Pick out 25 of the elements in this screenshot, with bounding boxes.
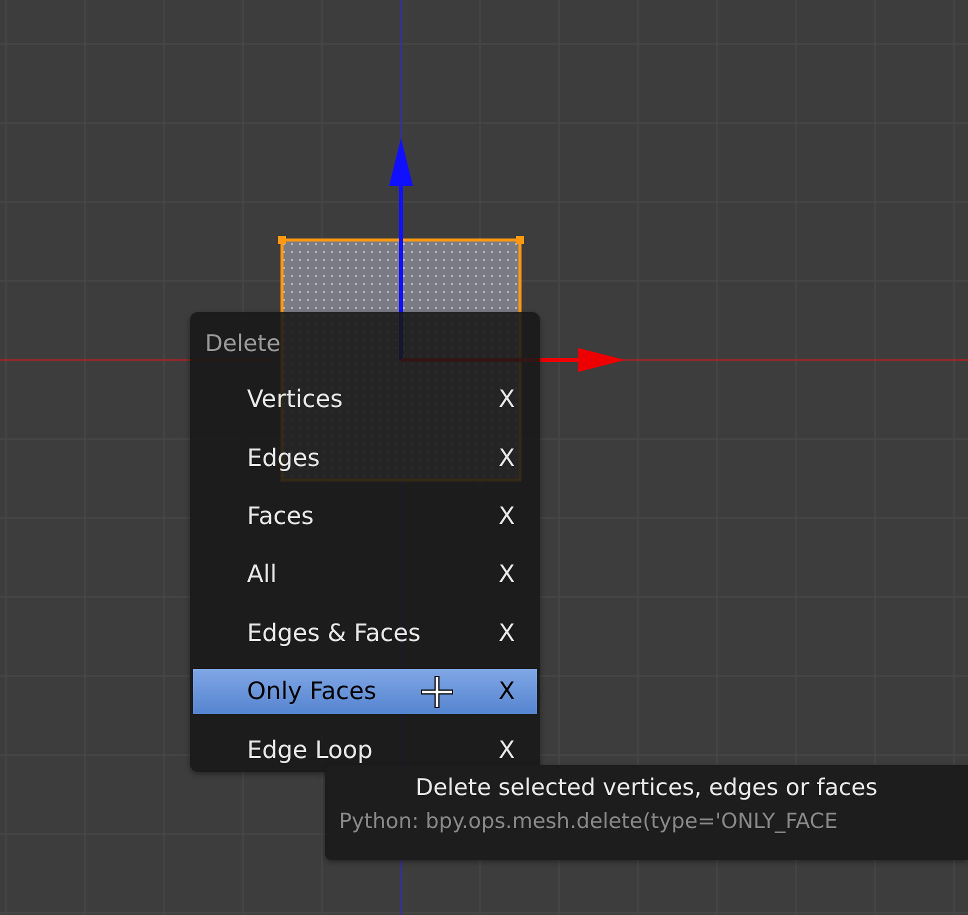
shortcut-label: X — [498, 618, 515, 647]
menu-item[interactable]: Edges & Faces X — [193, 610, 537, 656]
shortcut-label: X — [498, 385, 515, 414]
menu-item-label: Faces — [247, 502, 314, 530]
shortcut-label: X — [498, 736, 515, 764]
shortcut-label: X — [498, 444, 515, 472]
crosshair-cursor-icon — [419, 674, 455, 710]
menu-item[interactable]: Only Faces X — [193, 669, 537, 714]
python-command: Python: bpy.ops.mesh.delete(type='ONLY_FACE — [339, 809, 839, 833]
shortcut-label: X — [498, 560, 515, 588]
menu-title: Delete — [204, 330, 282, 359]
menu-item-label: Edges & Faces — [247, 618, 421, 647]
shortcut-label: X — [498, 677, 515, 706]
tooltip-description: Delete selected vertices, edges or faces — [414, 775, 878, 801]
menu-item[interactable]: Edges X — [193, 435, 537, 480]
shortcut-label: X — [498, 502, 515, 530]
menu-item[interactable]: Faces X — [193, 494, 537, 538]
menu-item[interactable]: All X — [193, 552, 537, 597]
menu-item-label: All — [247, 560, 277, 588]
menu-item[interactable]: Edge Loop X — [193, 728, 537, 772]
menu-item-label: Edges — [247, 444, 320, 472]
menu-item-label: Edge Loop — [247, 736, 373, 764]
menu-item-label: Only Faces — [247, 677, 376, 706]
menu-item[interactable]: Vertices X — [193, 377, 537, 422]
menu-item-label: Vertices — [247, 385, 343, 414]
